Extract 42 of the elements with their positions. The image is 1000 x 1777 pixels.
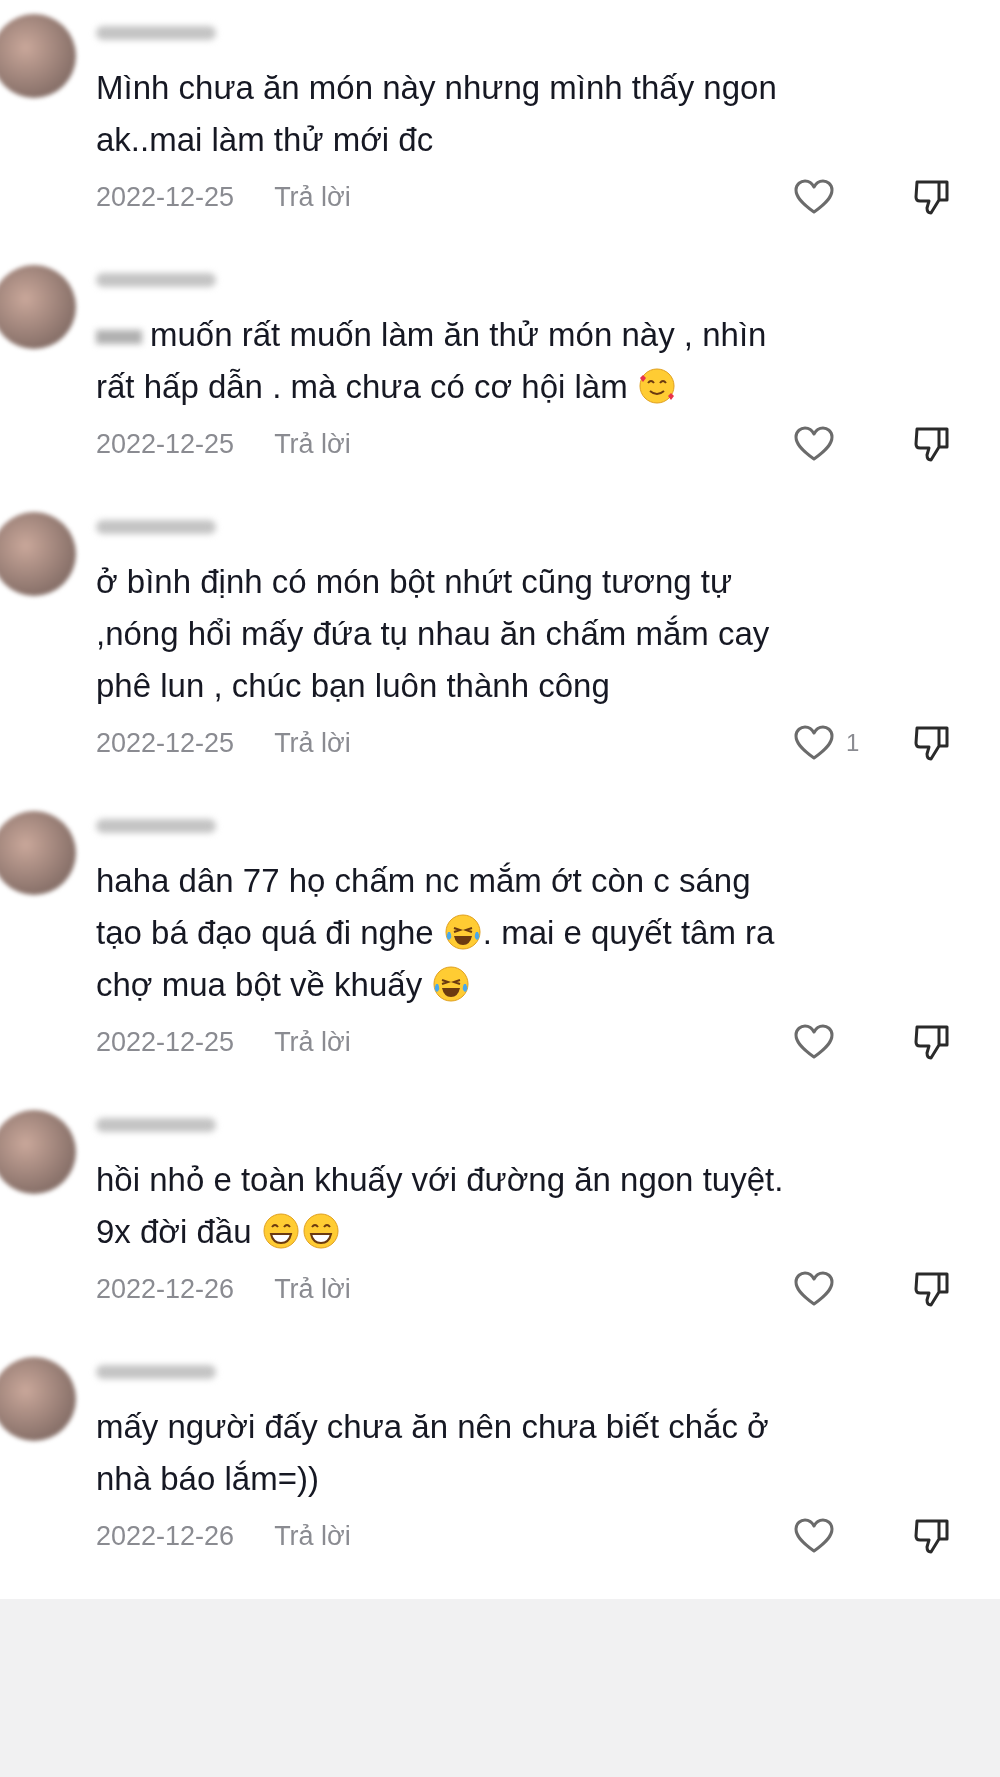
thumbs-down-icon[interactable] [914,425,950,463]
avatar[interactable] [0,811,76,895]
grinning-emoji-icon [260,1211,301,1251]
comment-text: mấy người đấy chưa ăn nên chưa biết chắc ở nhà báo lắm=)) [96,1407,770,1499]
avatar[interactable] [0,265,76,349]
heart-icon[interactable] [794,426,834,462]
comment-text: muốn rất muốn làm ăn thử món này , nhìn rất hấp dẫn . mà chưa có cơ hội làm [96,315,768,408]
heart-icon[interactable] [794,179,834,215]
comment-date: 2022-12-25 [96,727,235,759]
thumbs-down-icon[interactable] [914,724,950,762]
comment-text: haha dân 77 họ chấm nc mắm ớt còn c sáng tạo bá đạo quá đi nghe . mai e quyết tâm ra chợ mua bột về khuấy [96,861,776,1006]
thumbs-down-icon[interactable] [914,1270,950,1308]
avatar[interactable] [0,512,76,596]
thumbs-down-icon[interactable] [914,1023,950,1061]
tears-of-joy-emoji-icon [431,964,472,1004]
comment-date: 2022-12-26 [96,1520,235,1552]
thumbs-down-icon[interactable] [914,178,950,216]
reply-link[interactable]: Trả lời [274,1026,351,1058]
reply-link[interactable]: Trả lời [274,727,351,759]
comment-text: ở bình định có món bột nhứt cũng tương tự ,nóng hổi mấy đứa tụ nhau ăn chấm mắm cay phê lun , chúc bạn luôn thành công [96,562,771,706]
smiling-hearts-emoji-icon [636,366,677,406]
avatar[interactable] [0,1110,76,1194]
reply-link[interactable]: Trả lời [274,1273,351,1305]
like-count: 1 [846,729,860,757]
comment-date: 2022-12-25 [96,1026,235,1058]
avatar[interactable] [0,1357,76,1441]
heart-icon[interactable] [794,725,834,761]
heart-icon[interactable] [794,1271,834,1307]
reply-link[interactable]: Trả lời [274,181,351,213]
comment-text: hồi nhỏ e toàn khuấy với đường ăn ngon tuyệt. 9x đời đầu [96,1160,785,1253]
grinning-emoji-icon [300,1211,341,1251]
tears-of-joy-emoji-icon [442,912,483,952]
heart-icon[interactable] [794,1024,834,1060]
comment-date: 2022-12-25 [96,428,235,460]
reply-link[interactable]: Trả lời [274,428,351,460]
comment-date: 2022-12-26 [96,1273,235,1305]
thumbs-down-icon[interactable] [914,1517,950,1555]
comment-date: 2022-12-25 [96,181,235,213]
reply-link[interactable]: Trả lời [274,1520,351,1552]
avatar[interactable] [0,14,76,98]
comment-text: Mình chưa ăn món này nhưng mình thấy ngon ak..mai làm thử mới đc [96,68,778,160]
heart-icon[interactable] [794,1518,834,1554]
